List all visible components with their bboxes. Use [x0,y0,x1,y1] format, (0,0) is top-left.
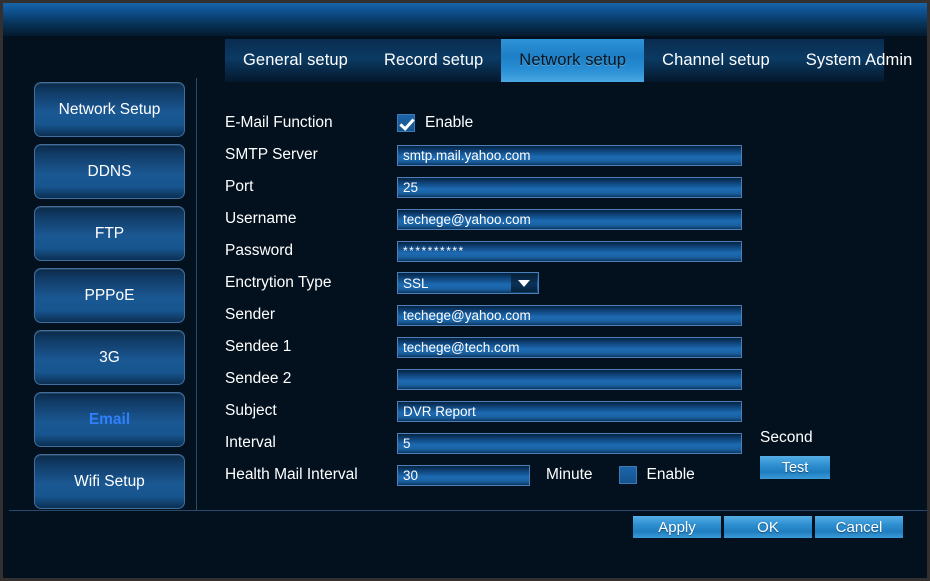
sidebar-item-pppoe[interactable]: PPPoE [34,268,185,323]
sidebar-item-wifi-setup[interactable]: Wifi Setup [34,454,185,509]
encryption-type-select[interactable]: SSL [397,272,539,294]
sidebar-item-3g[interactable]: 3G [34,330,185,385]
row-email-function: E-Mail Function Enable [225,107,915,139]
tab-network-setup[interactable]: Network setup [501,39,645,82]
tab-system-admin[interactable]: System Admin [788,39,927,82]
dvr-network-setup-screen: General setup Record setup Network setup… [0,0,930,581]
label-email-function: E-Mail Function [225,114,333,131]
row-sendee-1: Sendee 1 techege@tech.com [225,331,915,363]
sendee-2-input[interactable] [397,368,742,390]
health-mail-interval-input[interactable]: 30 [397,464,530,486]
tab-general-setup[interactable]: General setup [225,39,366,82]
encryption-type-value: SSL [403,275,429,291]
row-sendee-2: Sendee 2 [225,363,915,395]
title-bar [3,3,927,36]
label-sendee-2: Sendee 2 [225,370,292,387]
interval-input[interactable]: 5 [397,432,742,454]
label-smtp-server: SMTP Server [225,146,318,163]
apply-button[interactable]: Apply [633,516,721,538]
test-button[interactable]: Test [760,456,830,479]
sender-input[interactable]: techege@yahoo.com [397,304,742,326]
label-sender: Sender [225,306,275,323]
row-encryption-type: Enctrytion Type SSL [225,267,915,299]
sendee-1-input[interactable]: techege@tech.com [397,336,742,358]
row-smtp-server: SMTP Server smtp.mail.yahoo.com [225,139,915,171]
tab-bar: General setup Record setup Network setup… [225,39,912,82]
row-username: Username techege@yahoo.com [225,203,915,235]
sidebar-divider [196,78,197,511]
sidebar-item-ftp[interactable]: FTP [34,206,185,261]
label-port: Port [225,178,254,195]
smtp-server-input[interactable]: smtp.mail.yahoo.com [397,144,742,166]
tab-record-setup[interactable]: Record setup [366,39,501,82]
password-input[interactable]: ********** [397,240,742,262]
row-password: Password ********** [225,235,915,267]
action-button-bar: Apply OK Cancel [633,516,903,538]
cancel-button[interactable]: Cancel [815,516,903,538]
label-interval: Interval [225,434,276,451]
tab-channel-setup[interactable]: Channel setup [644,39,788,82]
sidebar-item-ddns[interactable]: DDNS [34,144,185,199]
email-function-checkbox-label: Enable [425,114,474,131]
row-subject: Subject DVR Report [225,395,915,427]
label-password: Password [225,242,294,259]
email-function-checkbox[interactable] [397,114,415,132]
health-mail-interval-unit: Minute [546,466,593,483]
row-port: Port 25 [225,171,915,203]
label-subject: Subject [225,402,277,419]
label-username: Username [225,210,297,227]
health-mail-interval-checkbox-label: Enable [646,466,695,483]
username-input[interactable]: techege@yahoo.com [397,208,742,230]
health-mail-interval-checkbox[interactable] [618,466,637,484]
label-sendee-1: Sendee 1 [225,338,292,355]
interval-unit-label: Second [760,429,813,446]
label-health-mail-interval: Health Mail Interval [225,466,358,483]
footer-divider [9,510,927,511]
sidebar: Network Setup DDNS FTP PPPoE 3G Email Wi… [34,82,185,509]
ok-button[interactable]: OK [724,516,812,538]
subject-input[interactable]: DVR Report [397,400,742,422]
sidebar-item-network-setup[interactable]: Network Setup [34,82,185,137]
chevron-down-icon[interactable] [511,274,537,292]
sidebar-item-email[interactable]: Email [34,392,185,447]
label-encryption-type: Enctrytion Type [225,274,332,291]
row-sender: Sender techege@yahoo.com [225,299,915,331]
port-input[interactable]: 25 [397,176,742,198]
